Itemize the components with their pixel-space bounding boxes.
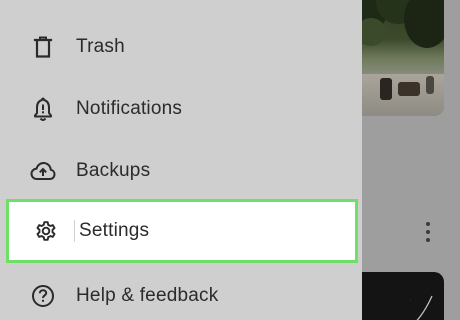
menu-item-help-feedback[interactable]: Help & feedback: [0, 268, 362, 320]
cloud-upload-icon: [30, 158, 56, 184]
menu-item-label: Backups: [76, 160, 151, 181]
screen: · Trash Notifications Backups Settings H…: [0, 0, 460, 320]
svg-text:·: ·: [410, 298, 412, 304]
menu-item-label: Settings: [79, 220, 150, 241]
more-options-icon[interactable]: [420, 218, 436, 250]
trash-icon: [30, 34, 56, 60]
menu-item-notifications[interactable]: Notifications: [0, 81, 362, 137]
menu-item-backups[interactable]: Backups: [0, 143, 362, 199]
menu-item-label: Help & feedback: [76, 285, 219, 306]
menu-item-trash[interactable]: Trash: [0, 19, 362, 75]
menu-item-label: Notifications: [76, 98, 183, 119]
text-cursor: [74, 220, 75, 242]
gear-icon: [33, 218, 59, 244]
help-icon: [30, 283, 56, 309]
menu-item-settings[interactable]: Settings: [6, 199, 358, 263]
menu-item-label: Trash: [76, 36, 125, 57]
bell-icon: [30, 96, 56, 122]
navigation-drawer: Trash Notifications Backups Settings Hel…: [0, 0, 362, 320]
